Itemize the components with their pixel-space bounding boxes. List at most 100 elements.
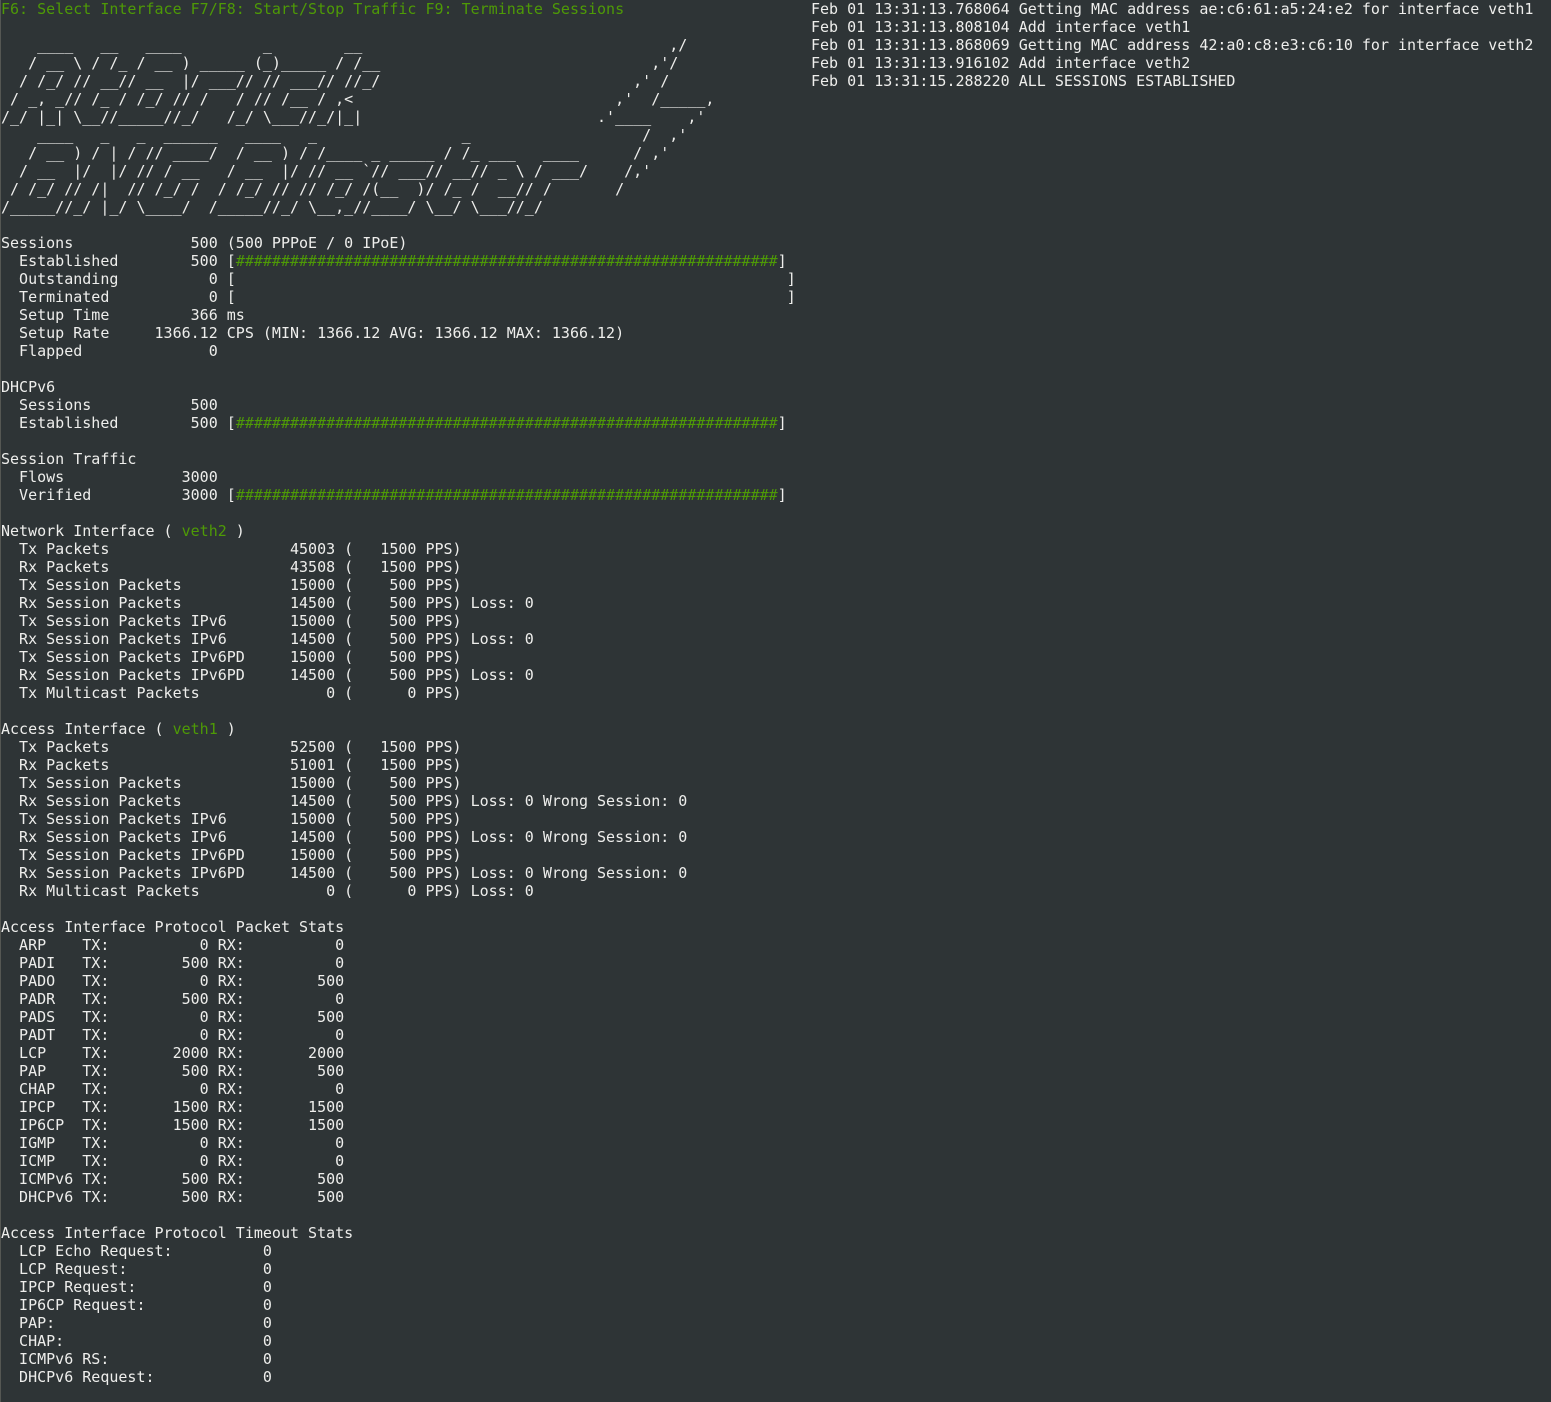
timeout-stats-row: PAP: 0: [1, 1314, 272, 1332]
network-interface-row: Rx Packets 43508 ( 1500 PPS): [1, 558, 462, 576]
access-interface-row: Rx Session Packets IPv6PD 14500 ( 500 PP…: [1, 864, 688, 882]
progress-bar-close: ]: [786, 270, 796, 288]
network-interface-row: Rx Session Packets 14500 ( 500 PPS) Loss…: [1, 594, 534, 612]
timeout-stats-header: Access Interface Protocol Timeout Stats: [1, 1224, 354, 1242]
protocol-stats-header: Access Interface Protocol Packet Stats: [1, 918, 345, 936]
protocol-stats-row: PADO TX: 0 RX: 500: [1, 972, 345, 990]
progress-bar-close: ]: [786, 288, 796, 306]
sessions-outstanding-progress-bar: [236, 270, 787, 288]
banner-line: / __ |/ |/ // / __ / __ |/ // __ `// ___…: [1, 162, 652, 180]
protocol-stats-row: IGMP TX: 0 RX: 0: [1, 1134, 345, 1152]
session-traffic-verified-label: Verified 3000: [1, 486, 227, 504]
setup-rate-row: Setup Rate 1366.12 CPS (MIN: 1366.12 AVG…: [1, 324, 625, 342]
timeout-stats-row: ICMPv6 RS: 0: [1, 1350, 272, 1368]
session-traffic-flows-row: Flows 3000: [1, 468, 218, 486]
flapped-row: Flapped 0: [1, 342, 218, 360]
progress-bar-close: ]: [777, 414, 787, 432]
sessions-established-label: Established 500: [1, 252, 227, 270]
log-line: Feb 01 13:31:15.288220 ALL SESSIONS ESTA…: [811, 72, 1236, 90]
network-interface-row: Tx Session Packets IPv6PD 15000 ( 500 PP…: [1, 648, 462, 666]
network-interface-header: Network Interface ( veth2 ): [1, 522, 245, 540]
dhcpv6-header: DHCPv6: [1, 378, 56, 396]
network-interface-row: Tx Multicast Packets 0 ( 0 PPS): [1, 684, 462, 702]
timeout-stats-row: IPCP Request: 0: [1, 1278, 272, 1296]
network-interface-header-suffix: ): [226, 522, 245, 540]
access-interface-header-prefix: Access Interface (: [1, 720, 173, 738]
banner-line: ____ __ ____ _ __ ,/: [1, 36, 688, 54]
key-shortcuts-hint: F6: Select Interface F7/F8: Start/Stop T…: [1, 0, 625, 18]
dhcpv6-established-progress-bar: ########################################…: [235, 414, 778, 432]
banner-line: / /_/ // __// __ |/ ___// // ___// //_/ …: [1, 72, 670, 90]
dhcpv6-established-label: Established 500: [1, 414, 227, 432]
sessions-outstanding-label: Outstanding 0: [1, 270, 227, 288]
progress-bar-open: [: [226, 252, 236, 270]
protocol-stats-row: PADI TX: 500 RX: 0: [1, 954, 345, 972]
timeout-stats-row: LCP Echo Request: 0: [1, 1242, 272, 1260]
access-interface-row: Rx Multicast Packets 0 ( 0 PPS) Loss: 0: [1, 882, 534, 900]
banner-line: / __ \ / /_ / __ ) _____ (_)_____ / /__ …: [1, 54, 679, 72]
access-interface-row: Rx Session Packets 14500 ( 500 PPS) Loss…: [1, 792, 688, 810]
sessions-header: Sessions 500 (500 PPPoE / 0 IPoE): [1, 234, 408, 252]
protocol-stats-row: ICMPv6 TX: 500 RX: 500: [1, 1170, 345, 1188]
setup-time-row: Setup Time 366 ms: [1, 306, 245, 324]
log-line: Feb 01 13:31:13.808104 Add interface vet…: [811, 18, 1191, 36]
log-line: Feb 01 13:31:13.768064 Getting MAC addre…: [811, 0, 1534, 18]
protocol-stats-row: LCP TX: 2000 RX: 2000: [1, 1044, 345, 1062]
access-interface-row: Tx Session Packets IPv6 15000 ( 500 PPS): [1, 810, 462, 828]
network-interface-row: Tx Packets 45003 ( 1500 PPS): [1, 540, 462, 558]
protocol-stats-row: IP6CP TX: 1500 RX: 1500: [1, 1116, 345, 1134]
progress-bar-open: [: [226, 270, 236, 288]
banner-line: /_____//_/ |_/ \____/ /_____//_/ \__,_//…: [1, 198, 543, 216]
network-interface-row: Tx Session Packets IPv6 15000 ( 500 PPS): [1, 612, 462, 630]
protocol-stats-row: CHAP TX: 0 RX: 0: [1, 1080, 345, 1098]
banner-line: ____ _ _ ______ ____ _ _ / ,': [1, 126, 688, 144]
access-interface-header: Access Interface ( veth1 ): [1, 720, 236, 738]
access-interface-row: Tx Session Packets 15000 ( 500 PPS): [1, 774, 462, 792]
progress-bar-close: ]: [777, 486, 787, 504]
banner-line: / _, _// /_ / /_/ // / / // /__ / ,< ,' …: [1, 90, 715, 108]
access-interface-name: veth1: [172, 720, 218, 738]
timeout-stats-row: CHAP: 0: [1, 1332, 272, 1350]
sessions-terminated-progress-bar: [236, 288, 787, 306]
log-panel: Feb 01 13:31:13.768064 Getting MAC addre…: [811, 0, 1533, 90]
access-interface-row: Tx Packets 52500 ( 1500 PPS): [1, 738, 462, 756]
access-interface-row: Rx Session Packets IPv6 14500 ( 500 PPS)…: [1, 828, 688, 846]
log-line: Feb 01 13:31:13.916102 Add interface vet…: [811, 54, 1191, 72]
network-interface-name: veth2: [181, 522, 227, 540]
session-traffic-verified-row: Verified 3000 [#########################…: [1, 486, 787, 504]
protocol-stats-row: PADS TX: 0 RX: 500: [1, 1008, 345, 1026]
log-line: Feb 01 13:31:13.868069 Getting MAC addre…: [811, 36, 1534, 54]
ascii-logo-banner: ____ __ ____ _ __ ,/ / __ \ / /_ / __ ) …: [1, 36, 714, 216]
access-interface-row: Tx Session Packets IPv6PD 15000 ( 500 PP…: [1, 846, 462, 864]
protocol-stats-row: ICMP TX: 0 RX: 0: [1, 1152, 345, 1170]
progress-bar-open: [: [226, 486, 236, 504]
sessions-terminated-label: Terminated 0: [1, 288, 227, 306]
sessions-outstanding-row: Outstanding 0 [ ]: [1, 270, 796, 288]
sessions-terminated-row: Terminated 0 [ ]: [1, 288, 796, 306]
session-traffic-header: Session Traffic: [1, 450, 137, 468]
banner-line: / /_/ // /| // /_/ / / /_/ // // /_/ /(_…: [1, 180, 625, 198]
session-traffic-verified-progress-bar: ########################################…: [235, 486, 778, 504]
network-interface-row: Tx Session Packets 15000 ( 500 PPS): [1, 576, 462, 594]
sessions-established-progress-bar: ########################################…: [235, 252, 778, 270]
banner-line: /_/ |_| \__//_____//_/ /_/ \___//_/|_| .…: [1, 108, 706, 126]
dhcpv6-sessions-row: Sessions 500: [1, 396, 218, 414]
network-interface-row: Rx Session Packets IPv6PD 14500 ( 500 PP…: [1, 666, 534, 684]
access-interface-header-suffix: ): [217, 720, 236, 738]
access-interface-row: Rx Packets 51001 ( 1500 PPS): [1, 756, 462, 774]
progress-bar-open: [: [226, 414, 236, 432]
protocol-stats-row: IPCP TX: 1500 RX: 1500: [1, 1098, 345, 1116]
progress-bar-open: [: [226, 288, 236, 306]
network-interface-header-prefix: Network Interface (: [1, 522, 182, 540]
protocol-stats-row: DHCPv6 TX: 500 RX: 500: [1, 1188, 345, 1206]
network-interface-row: Rx Session Packets IPv6 14500 ( 500 PPS)…: [1, 630, 534, 648]
progress-bar-close: ]: [777, 252, 787, 270]
sessions-established-row: Established 500 [#######################…: [1, 252, 787, 270]
protocol-stats-row: ARP TX: 0 RX: 0: [1, 936, 345, 954]
protocol-stats-row: PAP TX: 500 RX: 500: [1, 1062, 345, 1080]
timeout-stats-row: LCP Request: 0: [1, 1260, 272, 1278]
timeout-stats-row: IP6CP Request: 0: [1, 1296, 272, 1314]
banner-line: / __ ) / | / // ____/ / __ ) / /____ _ _…: [1, 144, 670, 162]
dhcpv6-established-row: Established 500 [#######################…: [1, 414, 787, 432]
protocol-stats-row: PADR TX: 500 RX: 0: [1, 990, 345, 1008]
